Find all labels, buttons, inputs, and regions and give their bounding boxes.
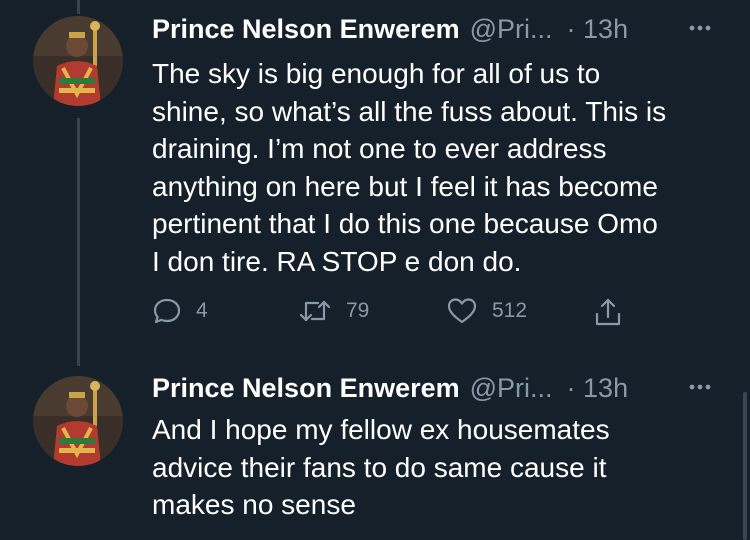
- share-icon: [595, 298, 621, 326]
- reply-icon: [153, 298, 181, 324]
- author-name[interactable]: Prince Nelson Enwerem: [152, 14, 460, 45]
- tweet-text-line: shine, so what’s all the fuss about. Thi…: [152, 95, 667, 127]
- tweet-text-line: makes no sense: [152, 489, 356, 520]
- scrollbar[interactable]: [743, 392, 747, 540]
- author-handle[interactable]: @Pri...: [470, 14, 553, 45]
- author-name[interactable]: Prince Nelson Enwerem: [152, 373, 460, 404]
- tweet-text-line: advice their fans to do same cause it: [152, 451, 607, 483]
- tweet-header: Prince Nelson Enwerem @Pri... · 13h: [152, 14, 628, 45]
- tweet-text-line: I don tire. RA STOP e don do.: [152, 245, 522, 277]
- more-options-button[interactable]: [686, 14, 714, 49]
- ellipsis-icon: [689, 25, 711, 31]
- retweet-count: 79: [346, 299, 370, 322]
- avatar-image: [33, 376, 123, 466]
- tweet[interactable]: Prince Nelson Enwerem @Pri... · 13h And …: [0, 360, 750, 540]
- tweet[interactable]: Prince Nelson Enwerem @Pri... · 13h The …: [0, 0, 750, 360]
- timestamp[interactable]: · 13h: [567, 14, 629, 45]
- author-handle[interactable]: @Pri...: [470, 373, 553, 404]
- reply-count: 4: [196, 299, 208, 322]
- tweet-actions: 4 79 512: [152, 296, 652, 336]
- heart-icon: [447, 298, 477, 324]
- tweet-text-line: pertinent that I do this one because Omo: [152, 208, 658, 239]
- like-button[interactable]: 512: [446, 296, 527, 326]
- avatar[interactable]: [33, 16, 123, 106]
- like-count: 512: [492, 299, 528, 322]
- retweet-button[interactable]: 79: [298, 296, 369, 326]
- timestamp[interactable]: · 13h: [567, 373, 629, 404]
- tweet-text-line: anything on here but I feel it has becom…: [152, 170, 658, 202]
- share-button[interactable]: [593, 296, 623, 328]
- tweet-text-line: The sky is big enough for all of us to: [152, 58, 601, 89]
- more-options-button[interactable]: [686, 373, 714, 408]
- ellipsis-icon: [689, 384, 711, 390]
- tweet-text-line: draining. I’m not one to ever address: [152, 133, 607, 164]
- tweet-text: The sky is big enough for all of us to s…: [152, 55, 732, 280]
- tweet-text: And I hope my fellow ex housemates advic…: [152, 411, 732, 524]
- retweet-icon: [299, 300, 331, 322]
- avatar[interactable]: [33, 376, 123, 466]
- tweet-text-line: And I hope my fellow ex housemates: [152, 414, 610, 445]
- tweet-header: Prince Nelson Enwerem @Pri... · 13h: [152, 373, 628, 404]
- reply-button[interactable]: 4: [152, 296, 208, 326]
- avatar-image: [33, 16, 123, 106]
